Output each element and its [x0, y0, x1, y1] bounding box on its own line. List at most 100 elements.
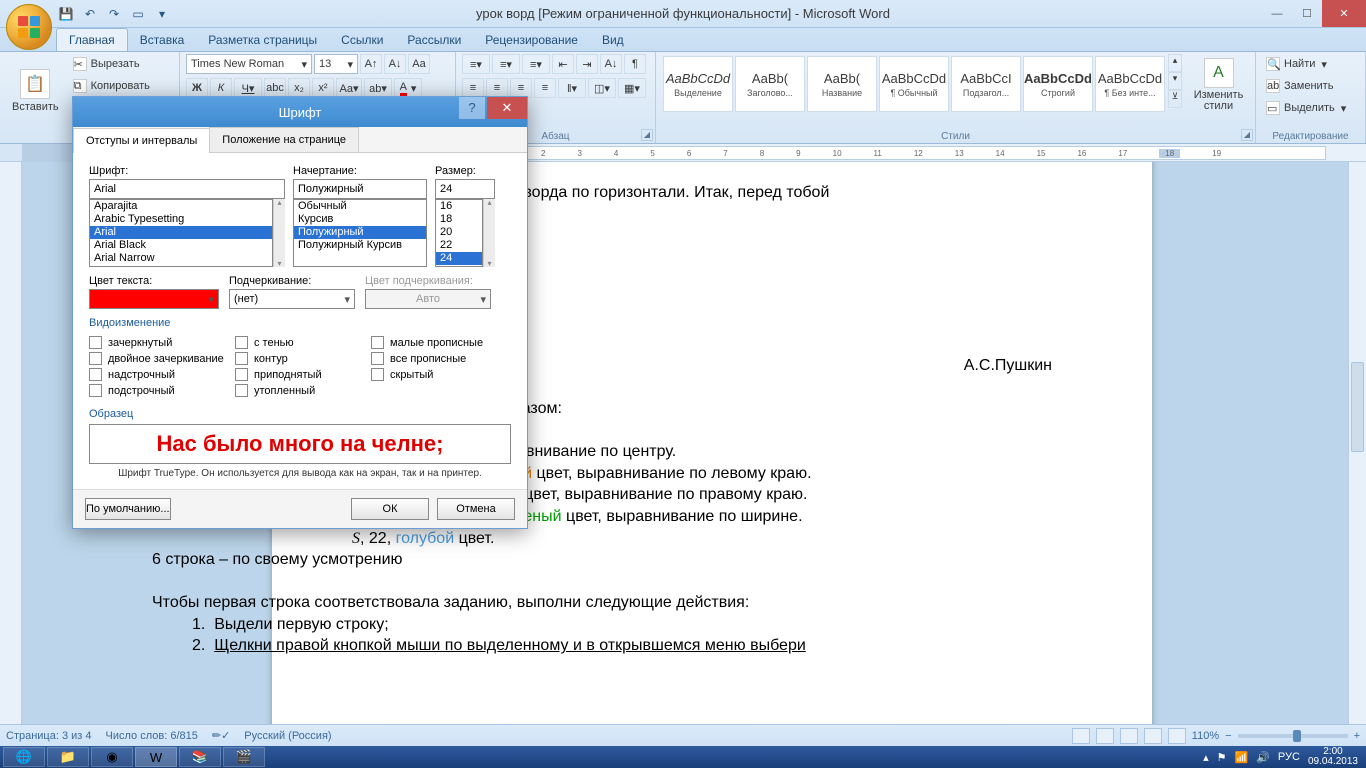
list-item[interactable]: 24 [436, 252, 482, 265]
status-page[interactable]: Страница: 3 из 4 [6, 730, 92, 742]
replace-button[interactable]: abЗаменить [1262, 76, 1359, 96]
dialog-launcher-icon[interactable]: ◢ [1241, 129, 1253, 141]
zoom-out-button[interactable]: − [1225, 730, 1231, 742]
tab-mailings[interactable]: Рассылки [395, 29, 473, 51]
chk-shadow[interactable]: с тенью [235, 336, 365, 349]
scrollbar-vertical[interactable] [1348, 162, 1366, 724]
close-button[interactable]: ✕ [1322, 0, 1366, 27]
list-item[interactable]: 18 [436, 213, 482, 226]
size-listbox[interactable]: 1618202224 [435, 199, 483, 267]
list-item[interactable]: Полужирный Курсив [294, 239, 426, 252]
list-item[interactable]: 16 [436, 200, 482, 213]
style-item[interactable]: AaBbCcDdВыделение [663, 56, 733, 112]
style-item[interactable]: AaBb(Название [807, 56, 877, 112]
taskbar-ie-icon[interactable]: 🌐 [3, 747, 45, 767]
shading-button[interactable]: ◫▾ [588, 78, 616, 98]
tab-insert[interactable]: Вставка [128, 29, 197, 51]
zoom-level[interactable]: 110% [1192, 730, 1219, 742]
zoom-thumb[interactable] [1293, 730, 1301, 742]
view-print-layout-button[interactable] [1072, 728, 1090, 744]
chk-engrave[interactable]: утопленный [235, 384, 365, 397]
bullets-button[interactable]: ≡▾ [462, 54, 490, 74]
chk-strike[interactable]: зачеркнутый [89, 336, 229, 349]
list-item[interactable]: Arabic Typesetting [90, 213, 272, 226]
list-item[interactable]: Arial [90, 226, 272, 239]
taskbar-chrome-icon[interactable]: ◉ [91, 747, 133, 767]
grow-font-button[interactable]: A↑ [360, 54, 382, 74]
scrollbar-thumb[interactable] [1351, 362, 1364, 452]
view-outline-button[interactable] [1144, 728, 1162, 744]
bold-button[interactable]: Ж [186, 78, 208, 98]
list-item[interactable]: Обычный [294, 200, 426, 213]
list-item[interactable]: 20 [436, 226, 482, 239]
default-button[interactable]: По умолчанию... [85, 498, 171, 520]
tab-references[interactable]: Ссылки [329, 29, 395, 51]
show-marks-button[interactable]: ¶ [624, 54, 646, 74]
maximize-button[interactable]: ☐ [1292, 0, 1322, 27]
minimize-button[interactable]: — [1262, 0, 1292, 27]
underline-button[interactable]: Ч▾ [234, 78, 262, 98]
tab-layout[interactable]: Разметка страницы [196, 29, 329, 51]
chk-outline[interactable]: контур [235, 352, 365, 365]
multilevel-button[interactable]: ≡▾ [522, 54, 550, 74]
scrollbar-icon[interactable] [273, 199, 285, 267]
align-right-button[interactable]: ≡ [510, 78, 532, 98]
indent-inc-button[interactable]: ⇥ [576, 54, 598, 74]
font-input[interactable] [89, 179, 285, 199]
underline-combo[interactable]: (нет) [229, 289, 355, 309]
highlight-button[interactable]: ab▾ [364, 78, 392, 98]
style-item[interactable]: AaBbCcDd¶ Без инте... [1095, 56, 1165, 112]
tab-home[interactable]: Главная [56, 28, 128, 51]
chk-dstrike[interactable]: двойное зачеркивание [89, 352, 229, 365]
styles-down-icon[interactable]: ▾ [1168, 72, 1182, 90]
scrollbar-icon[interactable] [483, 199, 495, 267]
dialog-launcher-icon[interactable]: ◢ [641, 129, 653, 141]
taskbar-word-icon[interactable]: W [135, 747, 177, 767]
dialog-titlebar[interactable]: Шрифт ? ✕ [73, 97, 527, 127]
list-item[interactable]: Aparajita [90, 200, 272, 213]
chk-emboss[interactable]: приподнятый [235, 368, 365, 381]
tray-up-icon[interactable]: ▴ [1203, 751, 1209, 764]
style-item[interactable]: AaBbCcIПодзагол... [951, 56, 1021, 112]
chk-allcaps[interactable]: все прописные [371, 352, 511, 365]
list-item[interactable]: Курсив [294, 213, 426, 226]
view-web-button[interactable] [1120, 728, 1138, 744]
change-case-button[interactable]: Aa▾ [336, 78, 362, 98]
view-draft-button[interactable] [1168, 728, 1186, 744]
list-item[interactable]: Полужирный [294, 226, 426, 239]
taskbar-winrar-icon[interactable]: 📚 [179, 747, 221, 767]
shrink-font-button[interactable]: A↓ [384, 54, 406, 74]
dialog-help-button[interactable]: ? [459, 97, 485, 119]
tray-language[interactable]: РУС [1278, 751, 1300, 763]
find-button[interactable]: 🔍Найти▾ [1262, 54, 1359, 74]
styles-up-icon[interactable]: ▴ [1168, 54, 1182, 72]
view-fullscreen-button[interactable] [1096, 728, 1114, 744]
numbering-button[interactable]: ≡▾ [492, 54, 520, 74]
zoom-slider[interactable] [1238, 734, 1348, 738]
taskbar-media-icon[interactable]: 🎬 [223, 747, 265, 767]
font-name-combo[interactable]: Times New Roman▾ [186, 54, 312, 74]
dialog-tab-indents[interactable]: Отступы и интервалы [73, 128, 210, 153]
select-button[interactable]: ▭Выделить▾ [1262, 98, 1359, 118]
sort-button[interactable]: A↓ [600, 54, 622, 74]
office-button[interactable] [6, 4, 52, 50]
style-listbox[interactable]: ОбычныйКурсивПолужирныйПолужирный Курсив [293, 199, 427, 267]
style-item[interactable]: AaBb(Заголово... [735, 56, 805, 112]
cut-button[interactable]: ✂Вырезать [69, 54, 154, 74]
list-item[interactable]: Arial Black [90, 239, 272, 252]
tab-review[interactable]: Рецензирование [473, 29, 590, 51]
proofing-icon[interactable]: ✏✓ [212, 729, 230, 742]
align-justify-button[interactable]: ≡ [534, 78, 556, 98]
tray-volume-icon[interactable]: 🔊 [1256, 751, 1270, 764]
ok-button[interactable]: ОК [351, 498, 429, 520]
style-input[interactable] [293, 179, 427, 199]
clear-format-button[interactable]: Aa [408, 54, 430, 74]
qat-more-icon[interactable]: ▾ [152, 4, 172, 24]
copy-button[interactable]: ⧉Копировать [69, 76, 154, 96]
dialog-close-button[interactable]: ✕ [487, 97, 527, 119]
taskbar-explorer-icon[interactable]: 📁 [47, 747, 89, 767]
borders-button[interactable]: ▦▾ [618, 78, 646, 98]
styles-more-icon[interactable]: ⊻ [1168, 90, 1182, 108]
dialog-tab-position[interactable]: Положение на странице [209, 127, 359, 152]
tray-clock[interactable]: 2:0009.04.2013 [1308, 747, 1358, 767]
